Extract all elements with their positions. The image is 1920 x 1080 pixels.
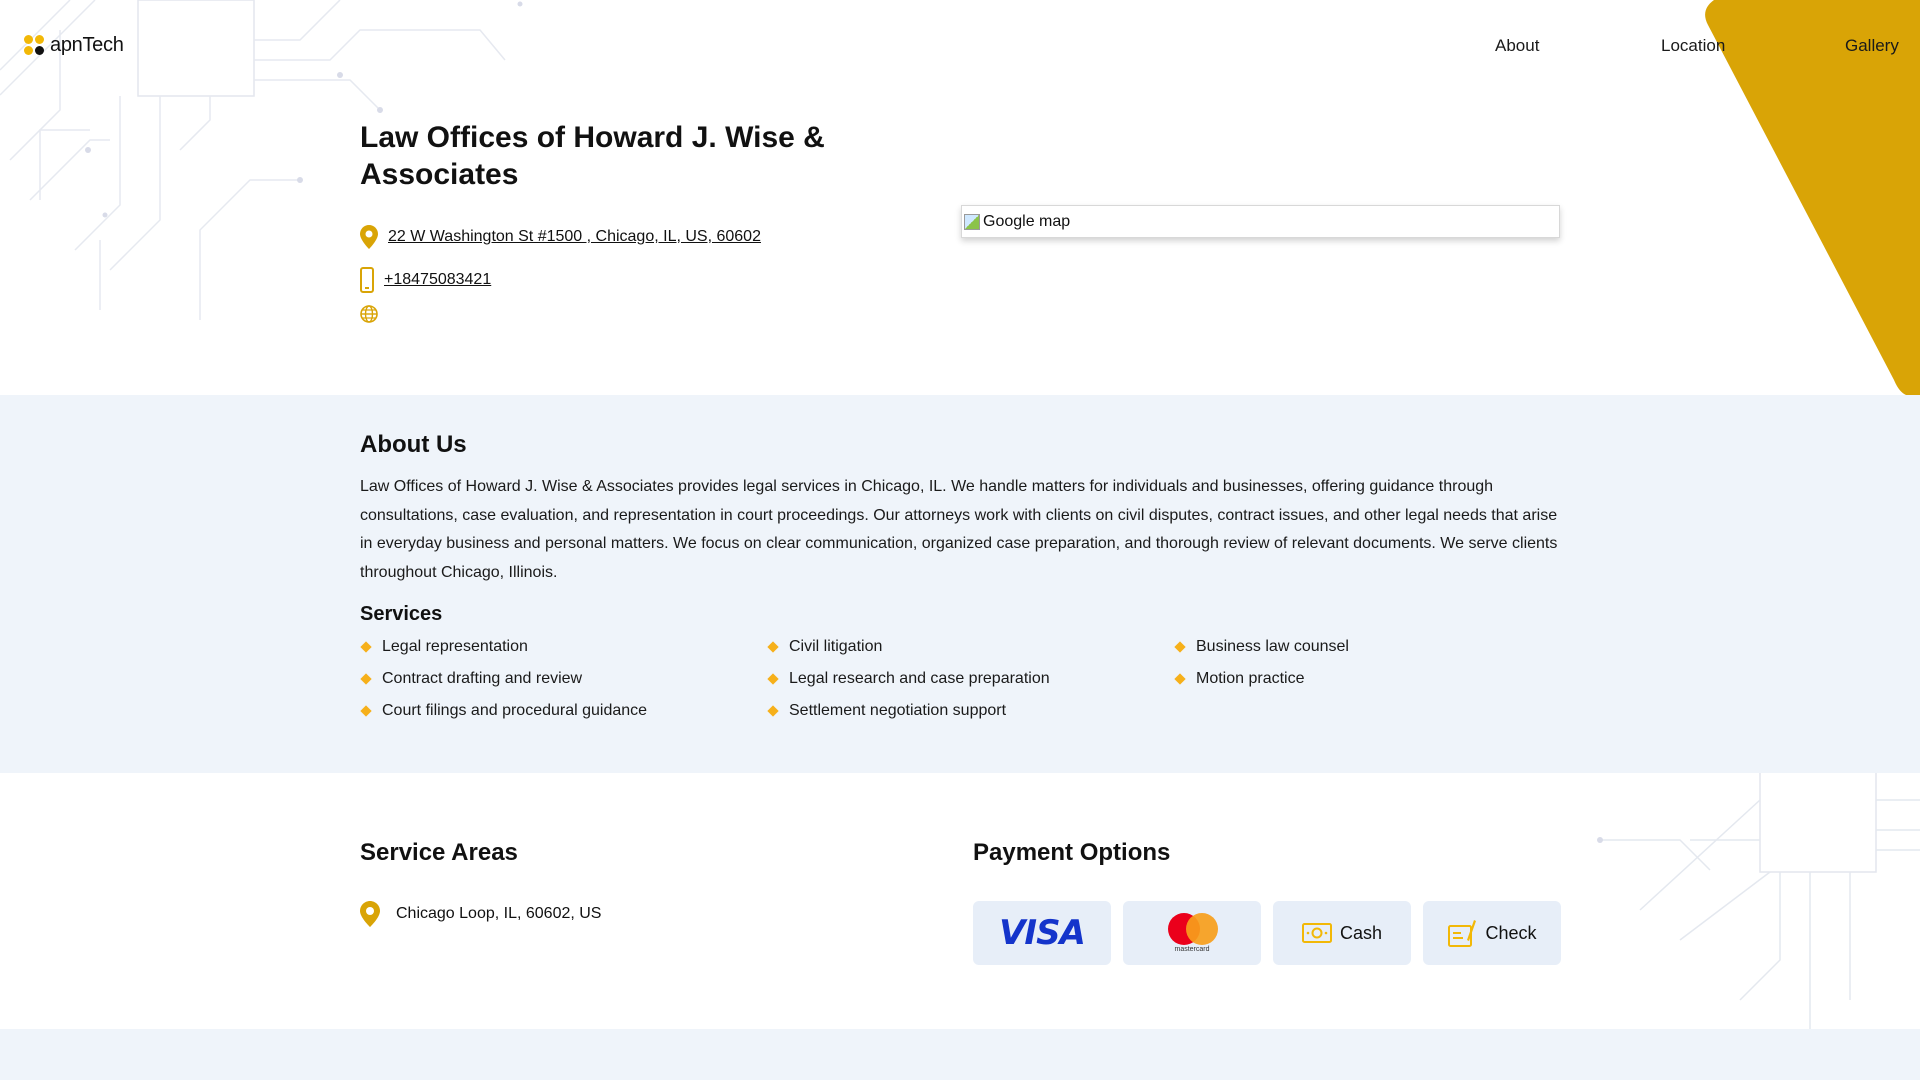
phone-row: +18475083421 — [360, 267, 491, 293]
business-info-section: Law Offices of Howard J. Wise & Associat… — [0, 95, 1920, 395]
service-item: Contract drafting and review — [360, 670, 767, 688]
service-areas-heading: Service Areas — [360, 839, 518, 866]
diamond-bullet-icon — [1174, 641, 1186, 653]
logo-mark-icon — [24, 34, 46, 57]
cash-icon — [1301, 923, 1332, 943]
payment-visa: VISA — [973, 901, 1111, 965]
areas-payment-section: Service Areas Chicago Loop, IL, 60602, U… — [0, 773, 1920, 1029]
diamond-bullet-icon — [767, 705, 779, 717]
diamond-bullet-icon — [767, 673, 779, 685]
service-area-text: Chicago Loop, IL, 60602, US — [396, 905, 602, 922]
phone-link[interactable]: +18475083421 — [384, 271, 491, 289]
services-heading: Services — [360, 603, 443, 625]
payment-check: Check — [1423, 901, 1561, 965]
nav-gallery-link[interactable]: Gallery — [1845, 36, 1899, 56]
service-area-item: Chicago Loop, IL, 60602, US — [360, 901, 601, 927]
payment-cash: Cash — [1273, 901, 1411, 965]
business-name: Law Offices of Howard J. Wise & Associat… — [360, 121, 825, 191]
about-section: About Us Law Offices of Howard J. Wise &… — [0, 395, 1920, 773]
diamond-bullet-icon — [360, 673, 372, 685]
footer-band — [0, 1029, 1920, 1080]
cash-label: Cash — [1339, 922, 1383, 943]
diamond-bullet-icon — [360, 705, 372, 717]
payment-options-list: VISA mastercard Cash Check — [973, 901, 1561, 965]
diamond-bullet-icon — [360, 641, 372, 653]
website-row — [360, 305, 378, 323]
check-label: Check — [1485, 922, 1537, 943]
mastercard-logo: mastercard — [1166, 913, 1218, 953]
diamond-bullet-icon — [767, 641, 779, 653]
google-map-embed[interactable]: Google map — [961, 205, 1560, 238]
address-row: 22 W Washington St #1500 , Chicago, IL, … — [360, 225, 761, 249]
service-item: Legal research and case preparation — [767, 670, 1174, 688]
nav-about-link[interactable]: About — [1495, 36, 1539, 56]
about-heading: About Us — [360, 431, 467, 458]
address-link[interactable]: 22 W Washington St #1500 , Chicago, IL, … — [388, 228, 761, 246]
map-pin-icon — [360, 901, 380, 927]
nav-location-link[interactable]: Location — [1661, 36, 1725, 56]
map-pin-icon — [360, 225, 378, 249]
phone-icon — [360, 267, 374, 293]
globe-icon[interactable] — [360, 305, 378, 323]
visa-logo: VISA — [999, 913, 1086, 953]
payment-mastercard: mastercard — [1123, 901, 1261, 965]
diamond-bullet-icon — [1174, 673, 1186, 685]
brand-logo[interactable]: apnTech — [24, 34, 124, 57]
check-icon — [1448, 920, 1477, 947]
services-list: Legal representation Civil litigation Bu… — [360, 638, 1562, 720]
site-header: apnTech About Location Gallery — [0, 0, 1920, 95]
service-item: Business law counsel — [1174, 638, 1562, 656]
service-item: Settlement negotiation support — [767, 702, 1174, 720]
service-item: Civil litigation — [767, 638, 1174, 656]
broken-image-icon — [964, 213, 980, 230]
logo-text: apnTech — [50, 34, 124, 56]
about-text: Law Offices of Howard J. Wise & Associat… — [360, 478, 1558, 581]
service-item: Motion practice — [1174, 670, 1562, 688]
service-item: Legal representation — [360, 638, 767, 656]
payment-options-heading: Payment Options — [973, 839, 1171, 866]
map-alt-text: Google map — [983, 212, 1071, 230]
service-item: Court filings and procedural guidance — [360, 702, 767, 720]
